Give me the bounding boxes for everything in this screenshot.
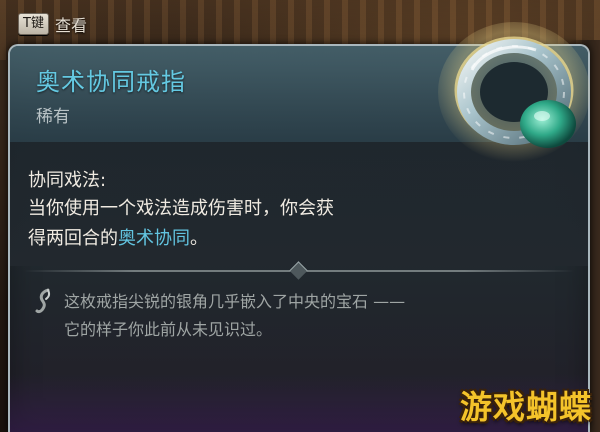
game-scene: T键 查看 奥术协同戒指 稀有 协同戏法: 当你使用一个戏法造成伤害时，你会获 …	[0, 0, 600, 432]
effect-line-1: 当你使用一个戏法造成伤害时，你会获	[28, 198, 334, 219]
item-rarity: 稀有	[36, 107, 70, 127]
effect-title: 协同戏法:	[28, 170, 107, 191]
lore-text: 这枚戒指尖锐的银角几乎嵌入了中央的宝石 —— 它的样子你此前从未见识过。	[64, 288, 554, 344]
quill-icon	[35, 288, 51, 314]
watermark-logo: 游戏蝴蝶	[459, 388, 592, 426]
lore-section: 这枚戒指尖锐的银角几乎嵌入了中央的宝石 —— 它的样子你此前从未见识过。	[10, 274, 588, 374]
inspect-key-hint[interactable]: T键 查看	[18, 12, 87, 36]
keybind-badge: T键	[18, 13, 49, 35]
arcane-synergy-link[interactable]: 奥术协同	[118, 228, 190, 249]
lore-line-1: 这枚戒指尖锐的银角几乎嵌入了中央的宝石 ——	[64, 292, 406, 311]
effect-line-2-suffix: 。	[190, 228, 208, 249]
ring-icon	[438, 22, 590, 162]
effect-line-2: 得两回合的奥术协同。	[28, 224, 448, 254]
inspect-label: 查看	[54, 16, 87, 35]
effect-description: 当你使用一个戏法造成伤害时，你会获 得两回合的奥术协同。	[28, 194, 448, 254]
lore-line-2: 它的样子你此前从未见识过。	[64, 320, 273, 339]
item-name: 奥术协同戒指	[36, 68, 186, 96]
effect-line-2-prefix: 得两回合的	[28, 228, 118, 249]
